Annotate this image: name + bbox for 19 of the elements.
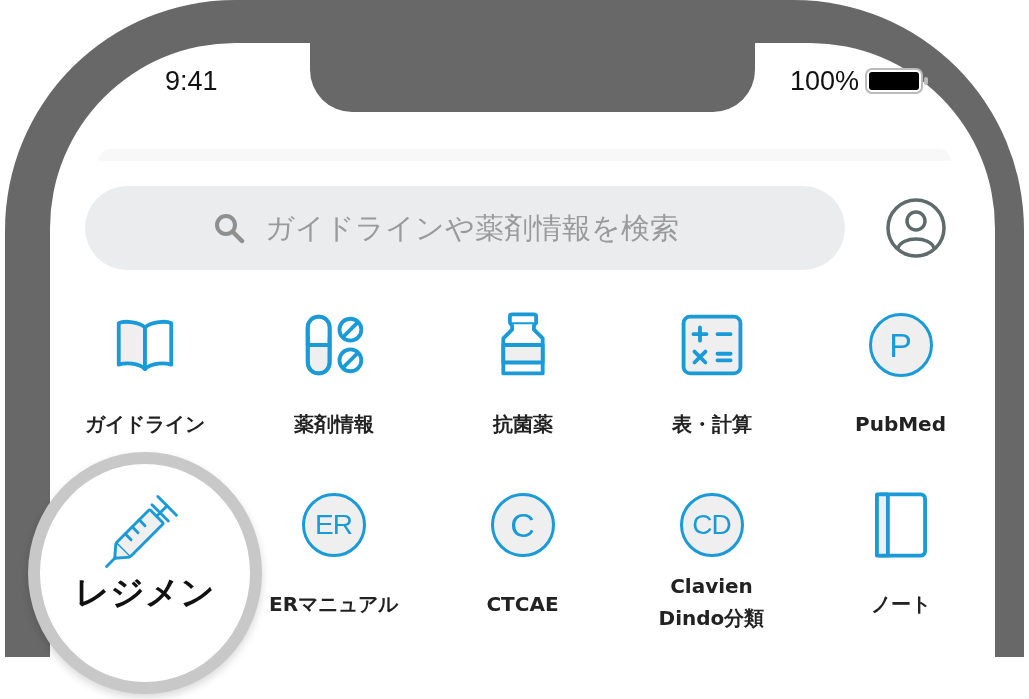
battery-icon: [865, 68, 929, 94]
battery-percent: 100%: [789, 65, 859, 97]
menu-label[interactable]: 薬剤情報: [293, 408, 374, 440]
menu-label[interactable]: PubMed: [855, 408, 946, 440]
menu-label[interactable]: ガイドライン: [84, 408, 205, 440]
logo-icon: C: [490, 493, 555, 557]
logo-icon: ER: [301, 493, 366, 557]
menu-label[interactable]: ノート: [870, 588, 931, 620]
menu-label[interactable]: CTCAE: [486, 588, 559, 620]
menu-label[interactable]: 抗菌薬: [492, 408, 553, 440]
profile-icon[interactable]: [885, 197, 947, 259]
menu-label[interactable]: Clavien Dindo分類: [651, 570, 772, 634]
search-field[interactable]: ガイドラインや薬剤情報を検索: [85, 186, 845, 270]
menu-label[interactable]: レジメン: [75, 576, 215, 608]
status-time: 9:41: [165, 65, 218, 97]
menu-label[interactable]: 表・計算: [671, 408, 752, 440]
menu-label[interactable]: ERマニュアル: [268, 588, 399, 620]
logo-icon: CD: [679, 493, 744, 557]
logo-icon: P: [868, 313, 933, 377]
